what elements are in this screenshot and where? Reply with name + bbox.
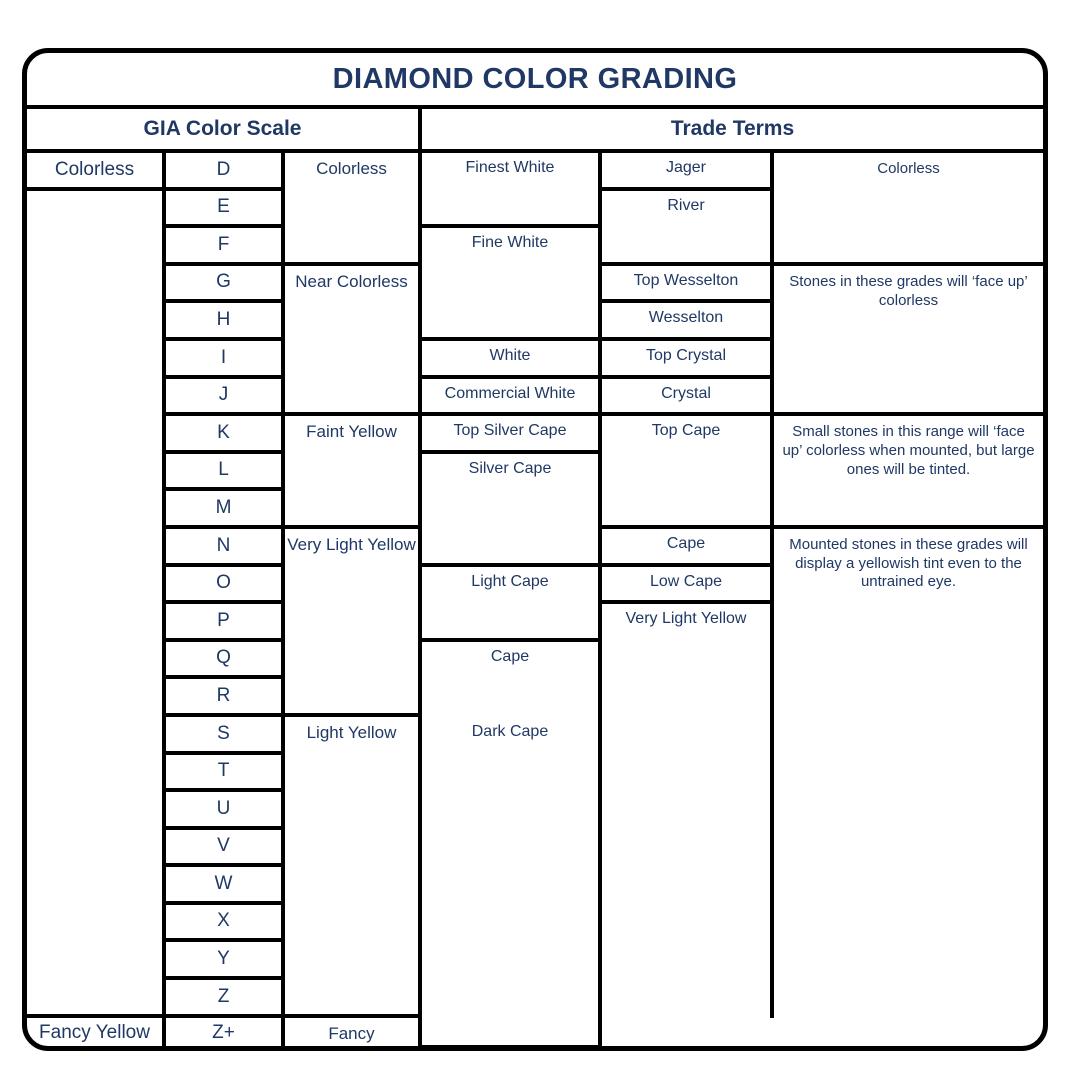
grade-cell: K bbox=[166, 416, 285, 454]
grade-cell: H bbox=[166, 303, 285, 341]
appearance-note-cell: Stones in these grades will ‘face up’ co… bbox=[774, 266, 1043, 417]
grade-cell: O bbox=[166, 566, 285, 605]
grade-cell: J bbox=[166, 378, 285, 417]
gia-description-cell: Colorless bbox=[285, 153, 422, 266]
trade-term-cell: Light Cape bbox=[422, 566, 602, 642]
trade-term-cell: Finest White bbox=[422, 153, 602, 229]
grading-grid: Colorless Fancy Yellow D E F G H I J K L… bbox=[27, 153, 1043, 1046]
trade-term-euro-cell: Top Wesselton bbox=[602, 265, 774, 304]
trade-term-euro-cell: Very Light Yellow bbox=[602, 604, 774, 1018]
trade-term-euro-cell: Cape bbox=[602, 528, 774, 567]
gia-description-cell: Faint Yellow bbox=[285, 416, 422, 529]
grade-cell: R bbox=[166, 679, 285, 717]
grade-cell: M bbox=[166, 491, 285, 529]
group-header-gia: GIA Color Scale bbox=[27, 109, 422, 149]
page-title: DIAMOND COLOR GRADING bbox=[332, 62, 738, 95]
trade-term-euro-cell: Crystal bbox=[602, 378, 774, 417]
grade-cell: X bbox=[166, 904, 285, 943]
appearance-note-cell: Small stones in this range will ‘face up… bbox=[774, 416, 1043, 529]
grade-cell: W bbox=[166, 867, 285, 905]
grade-cell: G bbox=[166, 265, 285, 304]
gia-description-cell: Very Light Yellow bbox=[285, 528, 422, 717]
grade-cell: S bbox=[166, 716, 285, 755]
trade-term-cell: Dark Cape bbox=[422, 716, 602, 1018]
gia-description-cell: Light Yellow bbox=[285, 716, 422, 1018]
trade-term-cell: Silver Cape bbox=[422, 453, 602, 567]
grade-cell: I bbox=[166, 340, 285, 379]
grade-cell: N bbox=[166, 528, 285, 567]
group-header-row: GIA Color Scale Trade Terms bbox=[27, 109, 1043, 153]
gia-description-cell: Near Colorless bbox=[285, 265, 422, 417]
trade-term-euro-cell: Jager bbox=[602, 153, 774, 191]
trade-term-cell: Top Silver Cape bbox=[422, 416, 602, 454]
group-header-trade: Trade Terms bbox=[670, 117, 795, 140]
grade-cell: P bbox=[166, 604, 285, 642]
trade-term-euro-cell: Top Cape bbox=[602, 416, 774, 529]
trade-term-euro-cell: River bbox=[602, 190, 774, 266]
grade-cell: Z bbox=[166, 980, 285, 1018]
gia-category-colorless: Colorless bbox=[27, 153, 166, 191]
table-title-bar: DIAMOND COLOR GRADING bbox=[27, 53, 1043, 109]
grade-cell: L bbox=[166, 453, 285, 492]
grade-cell: Y bbox=[166, 942, 285, 981]
diamond-color-grading-page: DIAMOND COLOR GRADING GIA Color Scale Tr… bbox=[0, 0, 1080, 1080]
trade-term-cell: Fine White bbox=[422, 228, 602, 341]
grade-cell: Q bbox=[166, 641, 285, 680]
gia-category-blank bbox=[27, 190, 166, 1018]
gia-category-fancy-yellow: Fancy Yellow bbox=[27, 1017, 166, 1046]
appearance-note-cell: Colorless bbox=[774, 153, 1043, 266]
trade-term-euro-cell: Wesselton bbox=[602, 303, 774, 341]
grade-cell: U bbox=[166, 792, 285, 830]
trade-term-cell: Commercial White bbox=[422, 378, 602, 417]
grade-cell: E bbox=[166, 190, 285, 229]
grade-cell: T bbox=[166, 754, 285, 793]
appearance-note-cell: Mounted stones in these grades will disp… bbox=[789, 535, 1028, 591]
grade-cell: V bbox=[166, 829, 285, 868]
grade-cell: D bbox=[166, 153, 285, 191]
grade-cell: F bbox=[166, 228, 285, 266]
gia-description-cell: Fancy bbox=[285, 1017, 422, 1046]
trade-term-euro-cell: Low Cape bbox=[602, 566, 774, 605]
trade-term-euro-cell: Top Crystal bbox=[602, 340, 774, 379]
grade-cell: Z+ bbox=[166, 1017, 285, 1046]
grading-table-card: DIAMOND COLOR GRADING GIA Color Scale Tr… bbox=[22, 48, 1048, 1051]
trade-term-cell: White bbox=[422, 340, 602, 379]
